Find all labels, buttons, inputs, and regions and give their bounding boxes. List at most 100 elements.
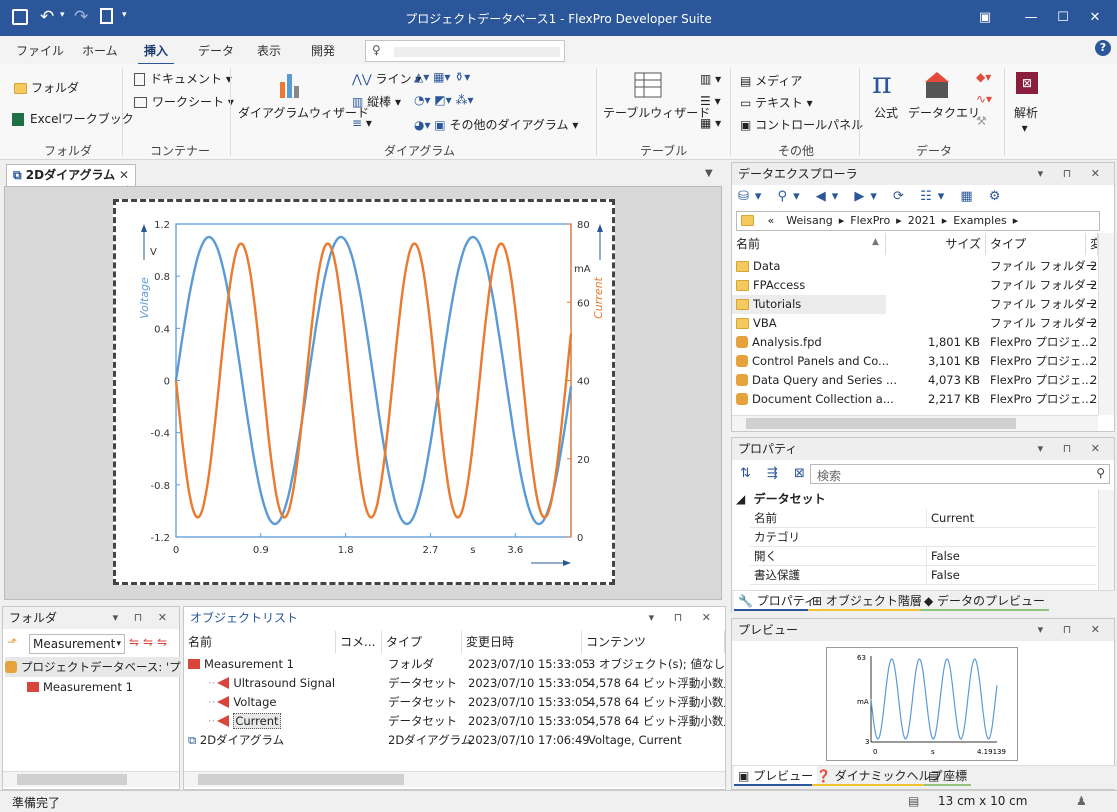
tab-object-hierarchy[interactable]: ⊞ オブジェクト階層	[808, 591, 926, 611]
file-name: Analysis.fpd	[736, 333, 822, 352]
scroll-thumb[interactable]	[17, 774, 127, 785]
tell-me-input[interactable]: ♀	[365, 40, 565, 62]
column-type[interactable]: タイプ	[382, 631, 462, 653]
properties-search-input[interactable]: 検索 ⚲	[810, 464, 1110, 484]
data-query-button[interactable]: データクエリ	[908, 104, 980, 121]
signal-icon[interactable]: ◆▾	[976, 70, 991, 84]
list-item[interactable]: FPAccess ファイル フォルダー 2	[732, 276, 1098, 295]
explorer-toolbar[interactable]: ⛁▾ ⚲▾ ◀▾ ▶▾ ⟳ ☷▾ ▦ ⚙	[738, 189, 1006, 204]
panel-buttons-icon[interactable]: ▾ ⊓ ✕	[1038, 619, 1108, 641]
table-row[interactable]: ·· Voltage データセット 2023/07/10 15:33:05 4,578 …	[184, 693, 725, 712]
tab-file[interactable]: ファイル	[16, 42, 64, 59]
worksheet-button[interactable]: ワークシート ▾	[134, 93, 234, 110]
property-row[interactable]: 開く False	[750, 547, 1096, 566]
tree-root[interactable]: プロジェクトデータベース: 'プロジェ	[5, 657, 181, 677]
breadcrumb-item[interactable]: «	[768, 214, 775, 227]
explorer-hscrollbar[interactable]	[732, 415, 1098, 431]
tab-view[interactable]: 表示	[257, 42, 281, 59]
property-key: 開く	[754, 549, 777, 563]
tab-data-preview[interactable]: ◆ データのプレビュー	[920, 591, 1050, 611]
close-button[interactable]: ✕	[1072, 0, 1117, 36]
property-row[interactable]: カテゴリ	[750, 528, 1096, 547]
other-diagrams-button[interactable]: ◕▾ ▣ その他のダイアグラム ▾	[414, 116, 578, 133]
vertical-bar-button[interactable]: ▥ 縦棒 ▾	[352, 93, 401, 110]
list-item[interactable]: Document Collection a... 2,217 KB FlexPro …	[732, 390, 1098, 407]
pie-chart-icon[interactable]: ◔▾ ◩▾ ⁂▾	[414, 93, 474, 107]
list-item[interactable]: Analysis.fpd 1,801 KB FlexPro プロジェ... 2	[732, 333, 1098, 352]
scroll-thumb[interactable]	[198, 774, 404, 785]
panel-buttons-icon[interactable]: ▾ ⊓ ✕	[113, 607, 173, 629]
table-row[interactable]: ·· Current データセット 2023/07/10 15:33:05 4,578 …	[184, 712, 725, 731]
excel-workbook-button[interactable]: Excelワークブック	[12, 110, 134, 127]
table-grid-icon[interactable]: ▦ ▾	[700, 116, 721, 130]
column-comment[interactable]: コメ...	[336, 631, 382, 653]
property-row[interactable]: 名前 Current	[750, 509, 1096, 528]
line-button[interactable]: ⋀⋁ ライン ▾	[352, 70, 421, 87]
list-item[interactable]: VBA ファイル フォルダー 2	[732, 314, 1098, 333]
list-item[interactable]: Control Panels and Co... 3,101 KB FlexPro …	[732, 352, 1098, 371]
folder-button[interactable]: フォルダ	[14, 79, 79, 96]
tab-develop[interactable]: 開発	[311, 42, 335, 59]
notification-icon[interactable]: ♟	[1076, 794, 1087, 808]
panel-buttons-icon[interactable]: ▾ ⊓ ✕	[1038, 163, 1108, 185]
media-button[interactable]: ▤ メディア	[740, 72, 802, 89]
table-row[interactable]: ·· Ultrasound Signal データセット 2023/07/10 15:3…	[184, 674, 725, 693]
diagram-wizard-button[interactable]: ダイアグラムウィザード	[238, 104, 369, 121]
tab-coordinates[interactable]: ▤ 座標	[924, 766, 972, 786]
explorer-vscrollbar[interactable]	[1098, 233, 1114, 415]
breadcrumb-item[interactable]: 2021	[908, 214, 936, 227]
table-row-icon[interactable]: ☰ ▾	[700, 94, 721, 108]
property-section[interactable]: ◢ データセット	[736, 490, 826, 507]
folder-icon	[736, 261, 749, 272]
tab-list-dropdown-icon[interactable]: ▼	[705, 168, 713, 179]
column-name[interactable]: 名前	[184, 631, 336, 653]
tab-insert[interactable]: 挿入	[137, 42, 175, 65]
column-contents[interactable]: コンテンツ	[582, 631, 725, 653]
table-row[interactable]: ⧉ 2Dダイアグラム 2Dダイアグラム 2023/07/10 17:06:49 Vol…	[184, 731, 725, 750]
breadcrumb-item[interactable]: Weisang	[786, 214, 832, 227]
text-button[interactable]: ▭ テキスト ▾	[740, 94, 813, 111]
formula-button[interactable]: 公式	[874, 104, 898, 121]
list-item[interactable]: Data ファイル フォルダー 2	[732, 257, 1098, 276]
tab-home[interactable]: ホーム	[82, 42, 118, 59]
diagram-page[interactable]: 1.2 0.8 0.4 0 -0.4 -0.8 -1.2 80 60 40 20 0 0 0.9 1.8 2.…	[113, 199, 615, 585]
folder-up-icon[interactable]: ⬏	[7, 635, 17, 649]
table-column-icon[interactable]: ▥ ▾	[700, 72, 721, 86]
scroll-thumb[interactable]	[746, 418, 1016, 429]
document-button[interactable]: ドキュメント ▾	[134, 70, 232, 87]
analysis-button[interactable]: 解析 ▾	[1014, 104, 1038, 135]
column-name[interactable]: 名前	[732, 233, 886, 255]
ribbon-display-icon[interactable]: ▣	[962, 0, 1008, 36]
column-type[interactable]: タイプ	[986, 233, 1086, 255]
folder-combo[interactable]: Measurement ▾	[29, 634, 125, 654]
folder-tools-icon[interactable]: ⇋⇋⇋	[129, 635, 171, 649]
column-modified[interactable]: 変	[1086, 233, 1098, 255]
tree-item-measurement[interactable]: Measurement 1	[27, 677, 133, 697]
table-row[interactable]: Measurement 1 フォルダ 2023/07/10 15:33:05 3 オブ…	[184, 655, 725, 674]
column-size[interactable]: サイズ	[886, 233, 986, 255]
tab-2d-diagram[interactable]: ⧉ 2Dダイアグラム ✕	[6, 164, 136, 186]
column-modified[interactable]: 変更日時	[462, 631, 582, 653]
property-row[interactable]: 書込保護 False	[750, 566, 1096, 585]
ruler-icon: ▤	[908, 794, 920, 808]
tab-preview[interactable]: ▣ プレビュー	[734, 766, 818, 786]
object-list-hscrollbar[interactable]	[184, 771, 725, 787]
bar-chart-icon[interactable]: ≡ ▾	[352, 116, 372, 130]
table-wizard-button[interactable]: テーブルウィザード	[603, 104, 710, 121]
breadcrumb[interactable]: « Weisang ▸ FlexPro ▸ 2021 ▸ Examples ▸	[736, 211, 1100, 231]
breadcrumb-item[interactable]: Examples	[953, 214, 1006, 227]
search-icon[interactable]: ⚲	[1096, 466, 1105, 480]
tab-data[interactable]: データ	[198, 42, 234, 59]
area-chart-icon[interactable]: ◭▾ ▦▾ ⚱▾	[414, 70, 470, 84]
panel-buttons-icon[interactable]: ▾ ⊓ ✕	[1038, 438, 1108, 460]
properties-vscrollbar[interactable]	[1098, 490, 1114, 590]
list-item[interactable]: Data Query and Series ... 4,073 KB FlexPro…	[732, 371, 1098, 390]
properties-toolbar[interactable]: ⇅ ⇶ ⊠	[740, 466, 811, 481]
control-panel-button[interactable]: ▣ コントロールパネル	[740, 116, 863, 133]
panel-buttons-icon[interactable]: ▾ ⊓ ✕	[649, 607, 719, 629]
folders-hscrollbar[interactable]	[3, 771, 179, 787]
list-item[interactable]: Tutorials ファイル フォルダー 2	[732, 295, 1098, 314]
help-icon[interactable]: ?	[1095, 40, 1111, 56]
waveform-icon[interactable]: ∿▾	[976, 92, 992, 106]
breadcrumb-item[interactable]: FlexPro	[850, 214, 890, 227]
